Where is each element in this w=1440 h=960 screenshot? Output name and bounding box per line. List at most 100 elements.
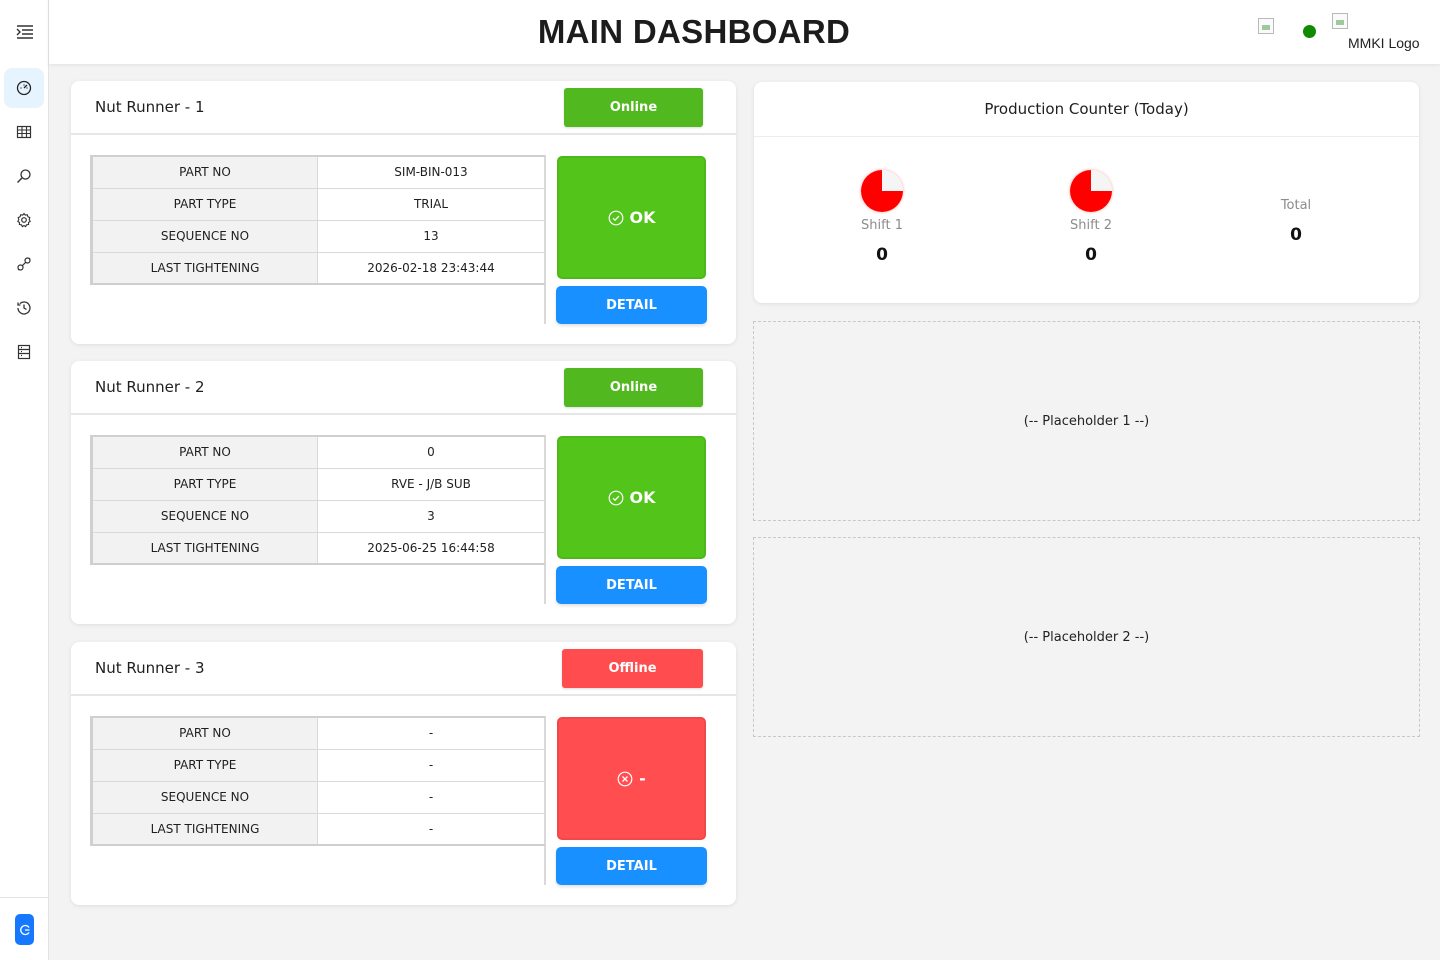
row-value: SIM-BIN-013 <box>317 155 545 189</box>
table-row: LAST TIGHTENING - <box>91 813 545 846</box>
row-label: SEQUENCE NO <box>91 781 318 814</box>
header: MAIN DASHBOARD MMKI Logo <box>49 0 1440 64</box>
page-title: MAIN DASHBOARD <box>537 13 851 50</box>
row-label: PART NO <box>91 716 318 750</box>
row-value: RVE - J/B SUB <box>317 468 545 501</box>
table-row: PART TYPE RVE - J/B SUB <box>91 468 545 501</box>
status-badge: Online <box>564 368 703 407</box>
row-label: PART TYPE <box>91 468 318 501</box>
row-value: - <box>317 749 545 782</box>
result-indicator: OK <box>557 436 706 559</box>
shift-1-pie-icon <box>861 170 903 212</box>
table-row: PART NO SIM-BIN-013 <box>91 155 545 189</box>
nut-runner-header: Nut Runner - 2 Online <box>71 361 736 415</box>
status-badge: Offline <box>562 649 703 688</box>
sidebar-item-database[interactable] <box>4 332 44 372</box>
api-link-icon <box>17 257 31 271</box>
shift-1-counter: Shift 1 0 <box>822 170 942 265</box>
app-logo-icon <box>19 924 30 935</box>
nut-runner-card: Nut Runner - 3 Offline PART NO - PART TYP… <box>71 642 736 905</box>
table-row: PART TYPE TRIAL <box>91 188 545 221</box>
row-value: 13 <box>317 220 545 253</box>
shift-2-counter: Shift 2 0 <box>1031 170 1151 265</box>
broken-image-icon <box>1258 18 1274 34</box>
info-panel: PART NO SIM-BIN-013 PART TYPE TRIAL SEQUEN… <box>90 155 546 324</box>
production-counter-card: Production Counter (Today) Shift 1 0 Shi… <box>754 82 1419 303</box>
row-value: - <box>317 813 545 846</box>
nut-runner-title: Nut Runner - 2 <box>95 378 205 396</box>
info-table: PART NO SIM-BIN-013 PART TYPE TRIAL SEQUEN… <box>90 155 545 285</box>
total-label: Total <box>1280 198 1312 213</box>
shift-label: Shift 1 <box>861 218 903 233</box>
sidebar-item-api[interactable] <box>4 244 44 284</box>
row-value: 2025-06-25 16:44:58 <box>317 532 545 565</box>
logo-alt-text: MMKI Logo <box>1348 35 1420 51</box>
sidebar-nav <box>0 68 49 376</box>
row-value: 2026-02-18 23:43:44 <box>317 252 545 285</box>
check-circle-icon <box>608 210 623 225</box>
connection-status-dot <box>1303 25 1316 38</box>
nut-runner-header: Nut Runner - 3 Offline <box>71 642 736 696</box>
table-row: PART NO - <box>91 716 545 750</box>
total-value: 0 <box>1290 225 1302 245</box>
menu-toggle-icon[interactable] <box>0 0 49 64</box>
info-panel: PART NO - PART TYPE - SEQUENCE NO - LAST TI… <box>90 716 546 885</box>
history-clock-icon <box>17 301 31 315</box>
row-label: PART TYPE <box>91 749 318 782</box>
production-counter-title: Production Counter (Today) <box>754 82 1419 137</box>
nut-runner-title: Nut Runner - 3 <box>95 659 205 677</box>
row-value: TRIAL <box>317 188 545 221</box>
row-label: LAST TIGHTENING <box>91 252 318 285</box>
row-label: PART NO <box>91 155 318 189</box>
sidebar-item-analysis[interactable] <box>4 156 44 196</box>
table-row: SEQUENCE NO - <box>91 781 545 814</box>
result-text: OK <box>629 208 656 227</box>
sidebar-item-history[interactable] <box>4 288 44 328</box>
result-indicator: - <box>557 717 706 840</box>
detail-button[interactable]: DETAIL <box>556 566 707 604</box>
row-label: PART TYPE <box>91 188 318 221</box>
result-text: OK <box>629 488 656 507</box>
nut-runner-title: Nut Runner - 1 <box>95 98 205 116</box>
row-value: - <box>317 716 545 750</box>
check-circle-icon <box>608 490 623 505</box>
nut-runner-card: Nut Runner - 2 Online PART NO 0 PART TYPE… <box>71 361 736 624</box>
sidebar-item-table[interactable] <box>4 112 44 152</box>
settings-gear-icon <box>17 212 31 228</box>
database-icon <box>17 344 31 360</box>
sidebar-footer <box>0 897 49 960</box>
row-label: SEQUENCE NO <box>91 500 318 533</box>
close-circle-icon <box>617 771 633 786</box>
info-table: PART NO - PART TYPE - SEQUENCE NO - LAST TI… <box>90 716 545 846</box>
app-switch-button[interactable] <box>15 914 34 945</box>
sidebar <box>0 0 49 960</box>
status-badge: Online <box>564 88 703 127</box>
placeholder-panel-2: (-- Placeholder 2 --) <box>753 537 1420 737</box>
search-analysis-icon <box>17 169 31 183</box>
info-panel: PART NO 0 PART TYPE RVE - J/B SUB SEQUENCE… <box>90 435 546 604</box>
row-label: LAST TIGHTENING <box>91 532 318 565</box>
placeholder-panel-1: (-- Placeholder 1 --) <box>753 321 1420 521</box>
table-row: PART TYPE - <box>91 749 545 782</box>
row-label: LAST TIGHTENING <box>91 813 318 846</box>
sidebar-item-settings[interactable] <box>4 200 44 240</box>
row-value: 0 <box>317 435 545 469</box>
table-row: SEQUENCE NO 3 <box>91 500 545 533</box>
shift-label: Shift 2 <box>1070 218 1112 233</box>
row-value: 3 <box>317 500 545 533</box>
placeholder-text: (-- Placeholder 2 --) <box>1023 629 1150 645</box>
sidebar-item-dashboard[interactable] <box>4 68 44 108</box>
shift-2-pie-icon <box>1070 170 1112 212</box>
detail-button[interactable]: DETAIL <box>556 286 707 324</box>
table-row: LAST TIGHTENING 2025-06-25 16:44:58 <box>91 532 545 565</box>
shift-value: 0 <box>1085 245 1097 265</box>
table-icon <box>16 125 32 139</box>
table-row: PART NO 0 <box>91 435 545 469</box>
total-counter: Total 0 <box>1236 198 1356 245</box>
placeholder-text: (-- Placeholder 1 --) <box>1023 413 1150 429</box>
row-value: - <box>317 781 545 814</box>
detail-button[interactable]: DETAIL <box>556 847 707 885</box>
nut-runner-card: Nut Runner - 1 Online PART NO SIM-BIN-013… <box>71 81 736 344</box>
row-label: SEQUENCE NO <box>91 220 318 253</box>
result-text: - <box>639 769 646 788</box>
